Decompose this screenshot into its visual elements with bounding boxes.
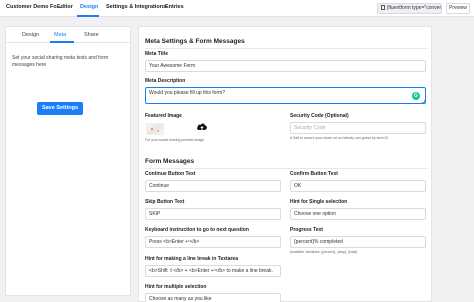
progress-text-help: Available Variables: {percent}, {step}, …: [290, 250, 358, 254]
skip-button-label: Skip Button Text: [145, 199, 185, 205]
security-code-label: Security Code (Optional): [290, 113, 349, 119]
nav-active-indicator: [77, 15, 99, 17]
progress-text-label: Progress Text: [290, 227, 323, 233]
tab-share[interactable]: Share: [84, 32, 99, 38]
linebreak-hint-label: Hint for making a line break in Textarea: [145, 256, 238, 262]
divider: [145, 48, 427, 49]
messages-section-title: Form Messages: [145, 158, 195, 165]
skip-button-input[interactable]: SKIP: [145, 208, 281, 220]
nav-entries[interactable]: Entries: [165, 4, 184, 10]
design-sidebar: Design Meta Share Set your social sharin…: [5, 26, 131, 296]
hint-multiple-input[interactable]: Choose as many as you like: [145, 293, 281, 302]
meta-title-input[interactable]: Your Awesome Form: [145, 60, 426, 72]
confirm-button-label: Confirm Button Text: [290, 171, 338, 177]
form-name[interactable]: Customer Demo Fo...: [6, 4, 61, 10]
tab-active-indicator: [50, 41, 74, 43]
keyboard-instruction-label: Keyboard instruction to go to next quest…: [145, 227, 249, 233]
upload-icon[interactable]: [196, 122, 208, 132]
meta-description-textarea[interactable]: Would you please fill up this form?: [145, 87, 426, 104]
meta-description-label: Meta Description: [145, 78, 186, 84]
meta-title-label: Meta Title: [145, 51, 168, 57]
sidebar-description: Set your social sharing meta texts and f…: [12, 55, 109, 68]
top-bar: Customer Demo Fo... Editor Design Settin…: [0, 0, 474, 17]
preview-button[interactable]: Preview: [446, 3, 470, 14]
nav-design[interactable]: Design: [80, 4, 98, 10]
continue-button-label: Continue Button Text: [145, 171, 196, 177]
featured-image-help: For your social sharing preview image: [145, 138, 204, 142]
featured-image-label: Featured Image: [145, 113, 182, 119]
save-settings-button[interactable]: Save Settings: [37, 102, 83, 115]
security-code-help: A Salt to secure your share url so nobod…: [290, 136, 390, 140]
meta-settings-panel: Meta Settings & Form Messages Meta Title…: [138, 26, 432, 302]
sidebar-tabs: Design Meta Share: [6, 27, 130, 43]
tab-meta[interactable]: Meta: [54, 32, 66, 38]
linebreak-hint-input[interactable]: <b>Shift ⇧</b> + <b>Enter ↵</b> to make …: [145, 265, 281, 277]
tab-design[interactable]: Design: [22, 32, 39, 38]
divider: [145, 168, 427, 169]
featured-image-thumbnail[interactable]: [146, 123, 164, 135]
confirm-button-input[interactable]: OK: [290, 180, 426, 192]
shortcode-text: [fluentform type="conver: [387, 5, 442, 11]
meta-section-title: Meta Settings & Form Messages: [145, 38, 245, 45]
resize-handle-icon[interactable]: [422, 100, 425, 103]
continue-button-input[interactable]: Continue: [145, 180, 281, 192]
nav-settings-integrations[interactable]: Settings & Integrations: [106, 4, 166, 10]
copy-icon: [381, 5, 385, 10]
progress-text-input[interactable]: {percent}% completed: [290, 236, 426, 248]
hint-single-input[interactable]: Choose one option: [290, 208, 426, 220]
keyboard-instruction-input[interactable]: Press <b>Enter ↵</b>: [145, 236, 281, 248]
nav-editor[interactable]: Editor: [57, 4, 73, 10]
security-code-input[interactable]: Security Code: [290, 122, 426, 134]
shortcode-copy[interactable]: [fluentform type="conver: [377, 3, 442, 14]
hint-single-label: Hint for Single selection: [290, 199, 348, 205]
grammarly-icon[interactable]: G: [412, 92, 420, 100]
hint-multiple-label: Hint for multiple selection: [145, 284, 207, 290]
